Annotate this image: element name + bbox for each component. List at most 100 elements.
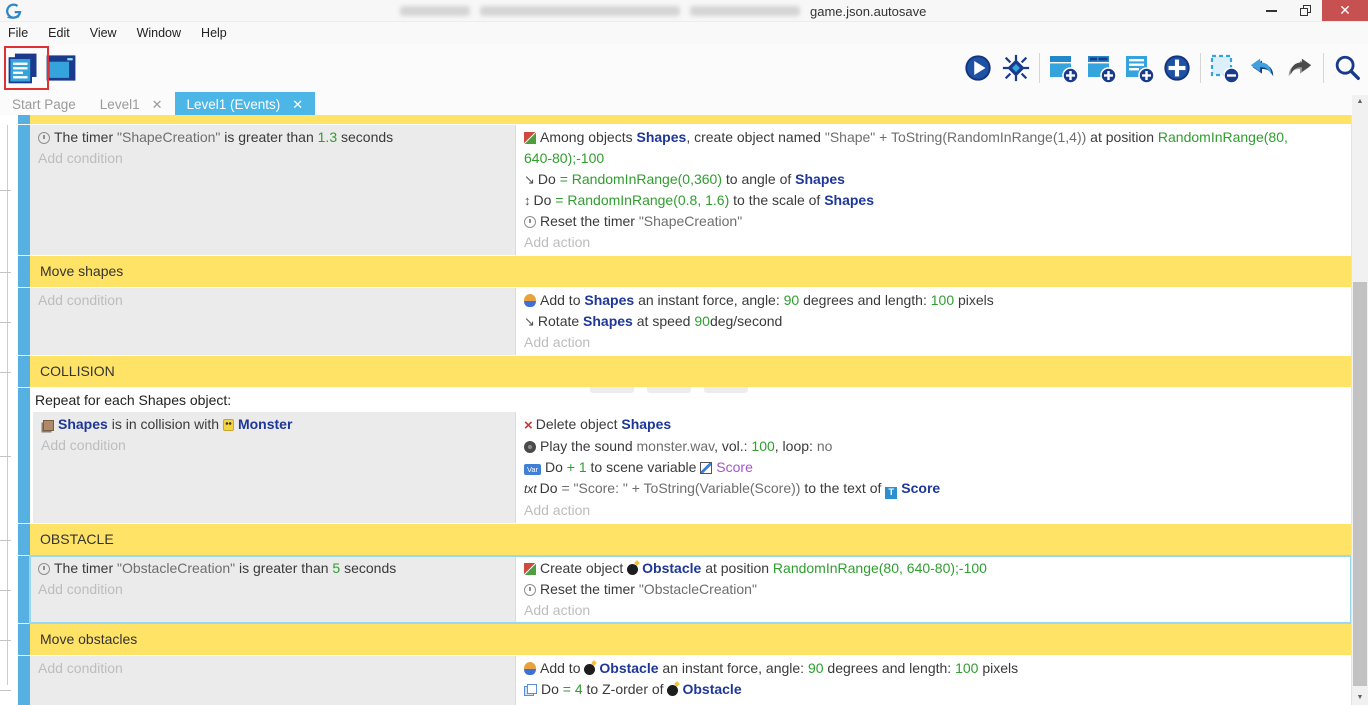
group-header[interactable]: Move shapes bbox=[30, 256, 1351, 287]
actions-cell: Add to Obstacle an instant force, angle:… bbox=[515, 656, 1351, 705]
add-event-button[interactable] bbox=[1044, 48, 1082, 88]
scene-variable-icon bbox=[700, 462, 712, 474]
action-line[interactable]: Create object Obstacle at position Rando… bbox=[524, 558, 1295, 579]
text-segment: Do bbox=[545, 459, 567, 475]
event-drag-bar[interactable] bbox=[18, 556, 30, 623]
action-line[interactable]: Play the sound monster.wav, vol.: 100, l… bbox=[524, 436, 1295, 457]
add-condition-button[interactable]: Add condition bbox=[38, 579, 507, 600]
event-drag-bar[interactable] bbox=[18, 656, 30, 705]
group-header[interactable]: COLLISION bbox=[30, 356, 1351, 387]
action-line[interactable]: Add to Obstacle an instant force, angle:… bbox=[524, 658, 1295, 679]
event-drag-bar[interactable] bbox=[18, 115, 30, 124]
window-controls: ✕ bbox=[1254, 0, 1368, 21]
action-line[interactable]: Among objects Shapes, create object name… bbox=[524, 127, 1295, 169]
undo-button[interactable] bbox=[1243, 48, 1281, 88]
group-header[interactable]: OBSTACLE bbox=[30, 524, 1351, 555]
add-condition-button[interactable]: Add condition bbox=[38, 658, 507, 679]
scrollbar-thumb[interactable] bbox=[1353, 282, 1367, 686]
event-drag-bar[interactable] bbox=[18, 388, 30, 523]
action-line[interactable]: Reset the timer "ObstacleCreation" bbox=[524, 579, 1295, 600]
action-line[interactable]: Do = 4 to Z-order of Obstacle bbox=[524, 679, 1295, 700]
tab-start-page[interactable]: Start Page bbox=[0, 92, 88, 117]
text-segment: Reset the timer bbox=[540, 213, 639, 229]
tab-level1[interactable]: Level1✕ bbox=[88, 92, 175, 117]
event-drag-bar[interactable] bbox=[18, 356, 30, 387]
add-subevent-button[interactable] bbox=[1082, 48, 1120, 88]
close-button[interactable]: ✕ bbox=[1322, 0, 1368, 21]
redo-button[interactable] bbox=[1281, 48, 1319, 88]
delete-event-button[interactable] bbox=[1205, 48, 1243, 88]
text-segment: is in collision with bbox=[108, 416, 223, 432]
add-action-button[interactable]: Add action bbox=[524, 332, 1295, 353]
group-header-partial[interactable] bbox=[30, 115, 1351, 124]
action-line[interactable]: Do = "Score: " + ToString(Variable(Score… bbox=[524, 478, 1295, 500]
event-content: The timer "ShapeCreation" is greater tha… bbox=[30, 125, 1351, 255]
add-action-button[interactable]: Add action bbox=[524, 500, 1295, 521]
add-action-button[interactable]: Add action bbox=[524, 700, 1295, 705]
undo-icon bbox=[1247, 53, 1277, 83]
obstacle-object-icon bbox=[627, 564, 638, 575]
action-line[interactable]: Do = RandomInRange(0,360) to angle of Sh… bbox=[524, 169, 1295, 190]
event-row: Move shapes bbox=[0, 256, 1351, 287]
event-drag-bar[interactable] bbox=[18, 624, 30, 655]
menu-help[interactable]: Help bbox=[191, 22, 237, 44]
event-drag-bar[interactable] bbox=[18, 256, 30, 287]
event-row bbox=[0, 115, 1351, 124]
vertical-scrollbar[interactable]: ▲ ▼ bbox=[1352, 95, 1368, 705]
event-drag-bar[interactable] bbox=[18, 125, 30, 255]
action-line[interactable]: Reset the timer "ShapeCreation" bbox=[524, 211, 1295, 232]
text-segment: at position bbox=[701, 560, 773, 576]
scroll-down-icon[interactable]: ▼ bbox=[1352, 691, 1368, 705]
text-segment: = "Score: " + ToString(Variable(Score)) bbox=[561, 480, 800, 496]
add-condition-button[interactable]: Add condition bbox=[41, 435, 507, 456]
action-line[interactable]: Add to Shapes an instant force, angle: 9… bbox=[524, 290, 1295, 311]
add-condition-button[interactable]: Add condition bbox=[38, 148, 507, 169]
events-sheet-button[interactable] bbox=[4, 48, 42, 88]
event-drag-bar[interactable] bbox=[18, 288, 30, 355]
text-segment: The timer bbox=[54, 129, 117, 145]
search-button[interactable] bbox=[1328, 48, 1366, 88]
drag-handle-artifact bbox=[590, 387, 748, 393]
tab-close-icon[interactable]: ✕ bbox=[152, 97, 163, 113]
timer-icon bbox=[524, 216, 536, 228]
add-circle-button[interactable] bbox=[1158, 48, 1196, 88]
add-action-button[interactable]: Add action bbox=[524, 232, 1295, 253]
group-header[interactable]: Move obstacles bbox=[30, 624, 1351, 655]
debug-button[interactable] bbox=[997, 48, 1035, 88]
action-line[interactable]: Delete object Shapes bbox=[524, 414, 1295, 436]
event-content: COLLISION bbox=[30, 356, 1351, 387]
condition-line[interactable]: The timer "ShapeCreation" is greater tha… bbox=[38, 127, 507, 148]
menu-view[interactable]: View bbox=[80, 22, 127, 44]
menu-window[interactable]: Window bbox=[127, 22, 191, 44]
tab-level1-events-[interactable]: Level1 (Events)✕ bbox=[175, 92, 316, 117]
add-condition-button[interactable]: Add condition bbox=[38, 290, 507, 311]
action-line[interactable]: Do = RandomInRange(0.8, 1.6) to the scal… bbox=[524, 190, 1295, 211]
scroll-up-icon[interactable]: ▲ bbox=[1352, 95, 1368, 109]
menu-file[interactable]: File bbox=[0, 22, 38, 44]
gdevelop-logo-icon bbox=[4, 2, 22, 20]
minimize-button[interactable] bbox=[1254, 0, 1288, 21]
play-button[interactable] bbox=[959, 48, 997, 88]
action-line[interactable]: Rotate Shapes at speed 90deg/second bbox=[524, 311, 1295, 332]
tree-gutter bbox=[0, 115, 18, 124]
var-badge-icon bbox=[524, 464, 541, 475]
condition-line[interactable]: Shapes is in collision with Monster bbox=[41, 414, 507, 435]
expression-value: = RandomInRange(0.8, 1.6) bbox=[555, 192, 729, 208]
text-segment: Reset the timer bbox=[540, 581, 639, 597]
condition-line[interactable]: The timer "ObstacleCreation" is greater … bbox=[38, 558, 507, 579]
sound-icon bbox=[524, 441, 536, 453]
text-segment: , loop: bbox=[775, 438, 817, 454]
restore-button[interactable] bbox=[1288, 0, 1322, 21]
menu-edit[interactable]: Edit bbox=[38, 22, 80, 44]
delete-event-icon bbox=[1208, 52, 1240, 84]
text-segment: "ObstacleCreation" bbox=[639, 581, 757, 597]
action-line[interactable]: Do + 1 to scene variable Score bbox=[524, 457, 1295, 478]
add-action-button[interactable]: Add action bbox=[524, 600, 1295, 621]
event-drag-bar[interactable] bbox=[18, 524, 30, 555]
tab-close-icon[interactable]: ✕ bbox=[292, 97, 303, 113]
add-comment-button[interactable] bbox=[1120, 48, 1158, 88]
object-reference: Shapes bbox=[795, 171, 845, 187]
scene-editor-button[interactable] bbox=[42, 48, 80, 88]
redacted-title-segment bbox=[400, 6, 470, 16]
conditions-cell: Shapes is in collision with MonsterAdd c… bbox=[33, 412, 515, 523]
